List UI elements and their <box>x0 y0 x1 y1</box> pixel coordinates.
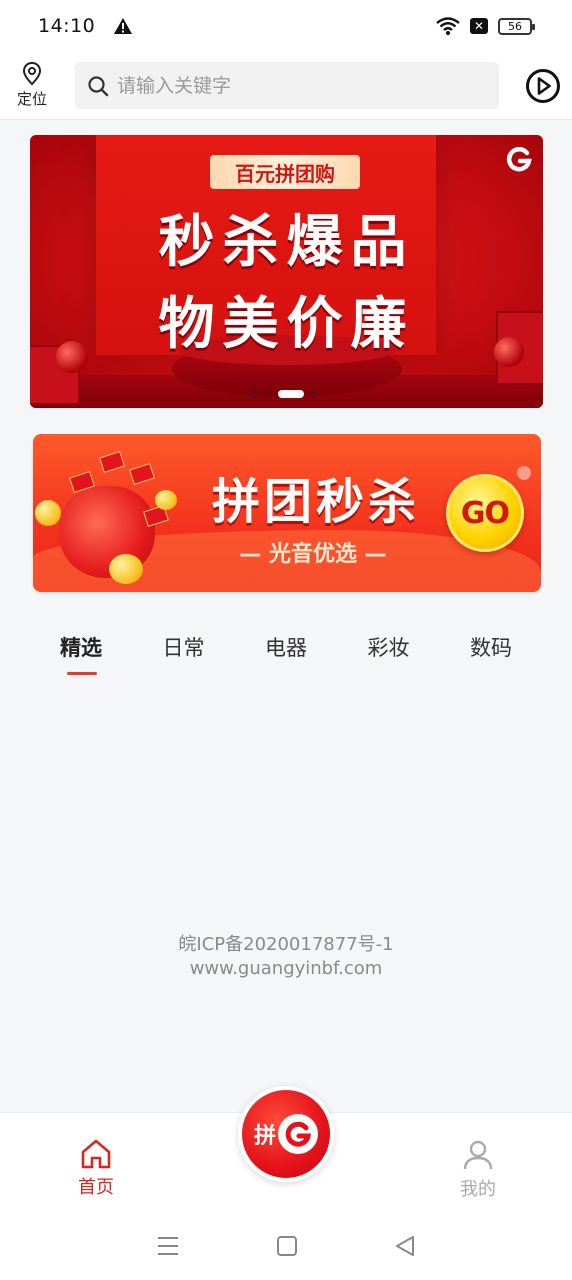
nav-home-label: 首页 <box>78 1177 114 1198</box>
top-nav: 定位 <box>0 52 572 120</box>
carousel-dot[interactable] <box>264 390 272 398</box>
go-label: GO <box>460 495 510 531</box>
carousel-dot[interactable] <box>310 390 318 398</box>
gold-coin-icon <box>109 554 143 584</box>
gold-coin-icon <box>35 500 61 526</box>
battery-icon: 56 <box>498 17 535 35</box>
group-buy-fab[interactable]: 拼 <box>238 1086 334 1182</box>
banner-headline-2: 物美价廉 <box>158 292 415 357</box>
red-envelope-icon <box>129 462 155 486</box>
location-button[interactable]: 定位 <box>0 62 64 109</box>
location-label: 定位 <box>16 90 47 108</box>
banner-top-label: 百元拼团购 <box>210 155 360 189</box>
location-pin-icon <box>22 62 42 86</box>
brand-g-icon <box>278 1114 318 1154</box>
status-time: 14:10 <box>38 15 96 37</box>
menu-icon[interactable] <box>156 1235 180 1257</box>
tab-appliances[interactable]: 电器 <box>235 622 337 682</box>
sim-off-icon: ✕ <box>470 18 488 34</box>
home-icon <box>81 1139 111 1169</box>
promo-subtitle: — 光音优选 — <box>239 542 387 567</box>
search-box[interactable] <box>75 62 499 109</box>
carousel-dot[interactable] <box>250 390 258 398</box>
status-right: ✕ 56 <box>436 17 535 35</box>
carousel-dot-active[interactable] <box>278 390 304 398</box>
search-icon <box>88 75 109 96</box>
nav-profile-label: 我的 <box>460 1179 496 1200</box>
icp-license: 皖ICP备2020017877号-1 <box>178 934 394 955</box>
nav-home[interactable]: 首页 <box>64 1139 128 1199</box>
status-bar: 14:10 ✕ 56 <box>0 0 572 52</box>
battery-level: 56 <box>508 19 522 33</box>
search-input[interactable] <box>117 74 477 97</box>
system-nav-bar <box>0 1212 572 1280</box>
category-tabs: 精选 日常 电器 彩妆 数码 <box>30 622 542 682</box>
site-url[interactable]: www.guangyinbf.com <box>0 958 572 979</box>
tab-daily[interactable]: 日常 <box>133 622 235 682</box>
promo-dot <box>517 466 531 480</box>
tab-cosmetics[interactable]: 彩妆 <box>338 622 440 682</box>
wifi-icon <box>436 17 460 35</box>
group-flash-sale-banner[interactable]: 拼团秒杀 — 光音优选 — GO <box>33 434 541 592</box>
carousel-indicator <box>250 390 318 398</box>
warning-icon <box>114 18 133 34</box>
user-icon <box>463 1140 493 1170</box>
tab-digital[interactable]: 数码 <box>440 622 542 682</box>
back-triangle-icon[interactable] <box>394 1235 416 1257</box>
home-square-icon[interactable] <box>276 1235 298 1257</box>
promo-title: 拼团秒杀 <box>211 474 420 530</box>
go-button[interactable]: GO <box>446 474 524 552</box>
status-left: 14:10 <box>38 15 133 37</box>
brand-logo-icon <box>505 145 533 173</box>
fab-label: 拼 <box>253 1124 276 1149</box>
nav-profile[interactable]: 我的 <box>446 1139 510 1201</box>
banner-carousel[interactable]: 百元拼团购 秒杀爆品 物美价廉 <box>30 135 543 408</box>
gold-coin-icon <box>155 490 177 510</box>
play-circle-icon <box>526 68 560 103</box>
red-envelope-icon <box>99 450 125 474</box>
play-button[interactable] <box>525 68 561 104</box>
tab-featured[interactable]: 精选 <box>30 622 132 682</box>
banner-headline-1: 秒杀爆品 <box>158 210 415 275</box>
